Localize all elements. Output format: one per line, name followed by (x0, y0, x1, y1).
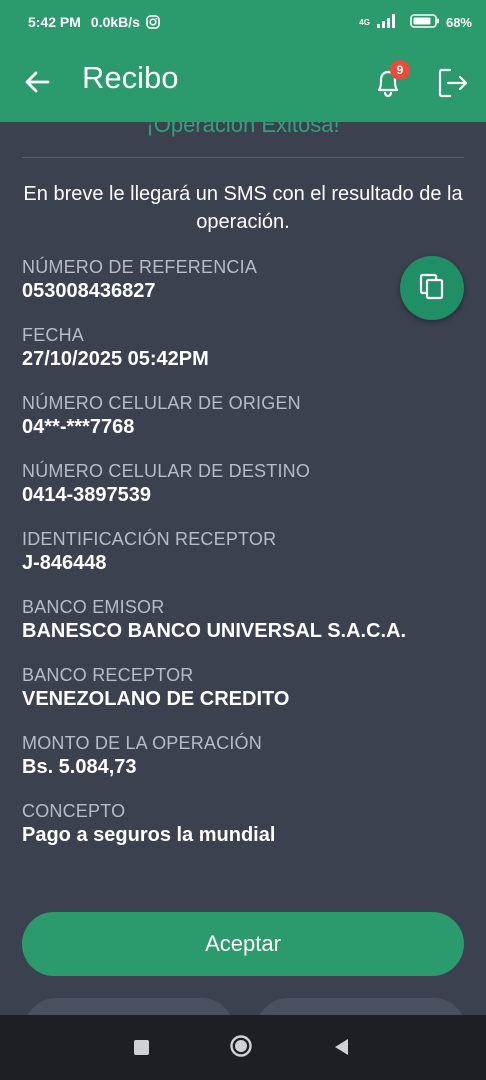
status-time: 5:42 PM (28, 14, 81, 30)
field-label: FECHA (22, 325, 85, 345)
recents-icon[interactable] (134, 1040, 149, 1055)
field-value: 0414-3897539 (22, 484, 152, 506)
app-bar: Recibo 9 (0, 44, 486, 122)
battery-level: 68% (445, 14, 472, 30)
field-value: 04**-***7768 (22, 416, 135, 438)
divider (22, 157, 464, 158)
field-receiver-id: IDENTIFICACIÓN RECEPTOR J-846448 (22, 528, 462, 576)
field-value: Pago a seguros la mundial (22, 824, 276, 846)
secondary-button-left[interactable] (24, 998, 234, 1015)
field-label: BANCO EMISOR (22, 597, 165, 617)
network-label: 4G (359, 17, 370, 27)
status-speed: 0.0kB/s (90, 14, 140, 30)
field-label: NÚMERO DE REFERENCIA (22, 257, 258, 277)
field-label: NÚMERO CELULAR DE ORIGEN (22, 393, 301, 413)
field-date: FECHA 27/10/2025 05:42PM (22, 324, 462, 372)
instagram-icon (146, 15, 160, 29)
signal-icon (376, 13, 396, 31)
field-receiving-bank: BANCO RECEPTOR VENEZOLANO DE CREDITO (22, 664, 462, 712)
field-value: 053008436827 (22, 280, 156, 302)
field-value: 27/10/2025 05:42PM (22, 348, 209, 370)
field-origin-phone: NÚMERO CELULAR DE ORIGEN 04**-***7768 (22, 392, 462, 440)
accept-button[interactable]: Aceptar (22, 912, 464, 976)
field-label: MONTO DE LA OPERACIÓN (22, 733, 262, 753)
receipt-content[interactable]: ¡Operación Exitosa! En breve le llegará … (0, 122, 486, 1015)
back-arrow-icon[interactable] (20, 64, 56, 100)
field-amount: MONTO DE LA OPERACIÓN Bs. 5.084,73 (22, 732, 462, 780)
field-reference: NÚMERO DE REFERENCIA 053008436827 (22, 256, 462, 304)
home-icon[interactable] (229, 1034, 253, 1058)
field-value: VENEZOLANO DE CREDITO (22, 688, 290, 710)
field-concept: CONCEPTO Pago a seguros la mundial (22, 800, 462, 848)
success-title: ¡Operación Exitosa! (146, 122, 340, 137)
field-label: NÚMERO CELULAR DE DESTINO (22, 461, 311, 481)
field-value: J-846448 (22, 552, 107, 574)
field-value: BANESCO BANCO UNIVERSAL S.A.C.A. (22, 620, 407, 642)
sms-message: En breve le llegará un SMS con el result… (23, 183, 463, 233)
field-label: CONCEPTO (22, 801, 126, 821)
field-issuing-bank: BANCO EMISOR BANESCO BANCO UNIVERSAL S.A… (22, 596, 462, 644)
page-title: Recibo (82, 60, 179, 95)
field-label: BANCO RECEPTOR (22, 665, 194, 685)
field-destination-phone: NÚMERO CELULAR DE DESTINO 0414-3897539 (22, 460, 462, 508)
system-nav-bar (0, 1015, 486, 1080)
battery-icon (410, 13, 440, 31)
field-label: IDENTIFICACIÓN RECEPTOR (22, 529, 277, 549)
logout-icon[interactable] (432, 62, 474, 104)
secondary-button-right[interactable] (256, 998, 466, 1015)
back-triangle-icon[interactable] (332, 1037, 350, 1057)
notification-badge: 9 (390, 60, 410, 80)
status-bar: 5:42 PM 0.0kB/s 4G 68% (0, 0, 486, 44)
field-value: Bs. 5.084,73 (22, 756, 137, 778)
